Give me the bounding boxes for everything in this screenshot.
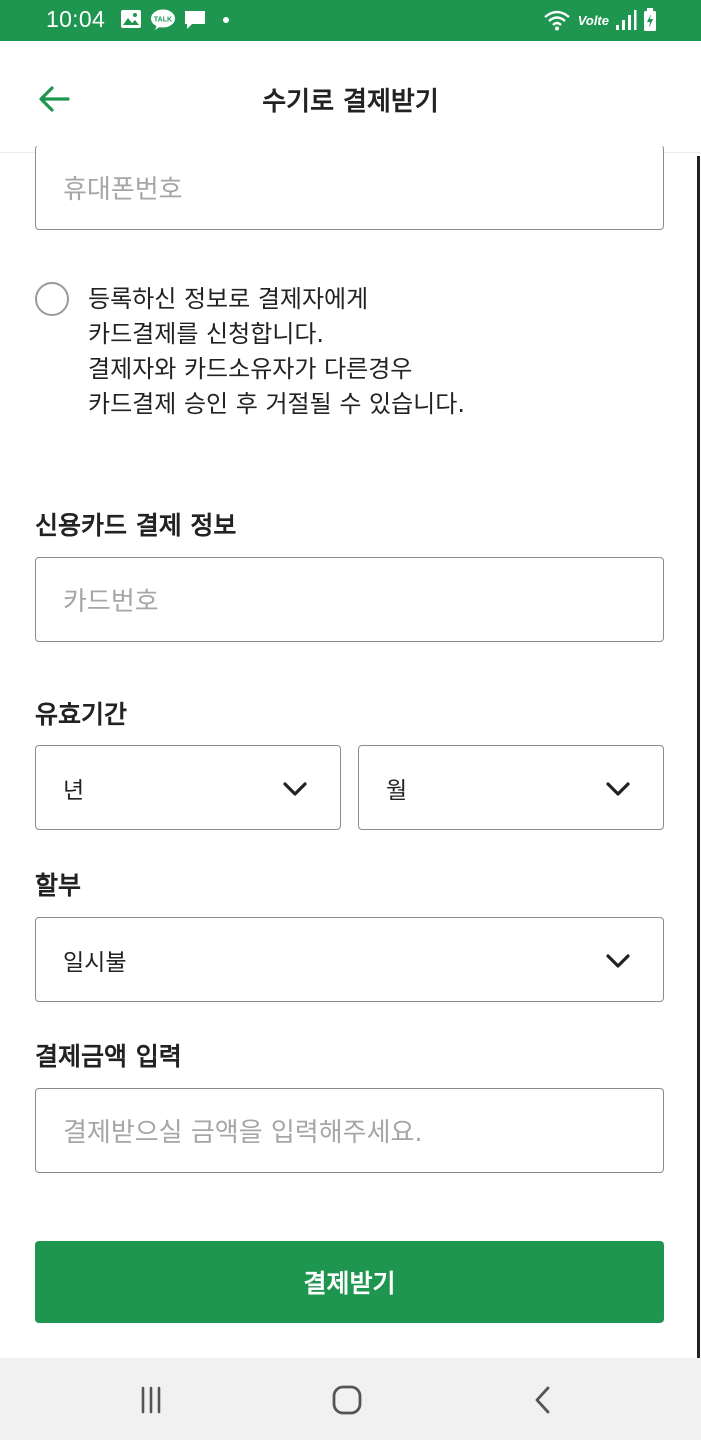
- installment-select[interactable]: 일시불: [35, 917, 664, 1002]
- consent-line: 결제자와 카드소유자가 다른경우: [88, 355, 413, 383]
- installment-label: 할부: [35, 871, 82, 900]
- status-bar: 10:04 TALK Volte: [0, 0, 701, 41]
- recent-apps-icon: [141, 1386, 161, 1414]
- amount-label: 결제금액 입력: [35, 1042, 182, 1071]
- card-section-label: 신용카드 결제 정보: [35, 511, 237, 540]
- expiry-year-value: 년: [63, 777, 85, 804]
- back-icon: [535, 1386, 550, 1414]
- consent-text: 등록하신 정보로 결제자에게 카드결제를 신청합니다. 결제자와 카드소유자가 …: [88, 282, 465, 422]
- submit-payment-button[interactable]: 결제받기: [35, 1241, 664, 1323]
- nav-back-button[interactable]: [523, 1382, 563, 1418]
- status-time: 10:04: [46, 6, 106, 32]
- consent-line: 등록하신 정보로 결제자에게: [88, 285, 369, 313]
- consent-radio[interactable]: [35, 282, 69, 316]
- home-button[interactable]: [327, 1382, 367, 1418]
- phone-number-placeholder: 휴대폰번호: [63, 175, 183, 205]
- expiry-year-select[interactable]: 년: [35, 745, 341, 830]
- wifi-icon: [543, 10, 570, 31]
- chat-icon: [185, 11, 205, 29]
- chevron-down-icon: [606, 954, 630, 968]
- consent-line: 카드결제를 신청합니다.: [88, 320, 325, 348]
- dot-icon: [223, 17, 229, 23]
- amount-input[interactable]: 결제받으실 금액을 입력해주세요.: [35, 1088, 664, 1173]
- consent-line: 카드결제 승인 후 거절될 수 있습니다.: [88, 390, 465, 418]
- system-nav-bar: [0, 1358, 701, 1440]
- expiry-label: 유효기간: [35, 700, 128, 729]
- page-title: 수기로 결제받기: [262, 87, 439, 117]
- expiry-month-select[interactable]: 월: [358, 745, 664, 830]
- svg-text:TALK: TALK: [154, 17, 172, 24]
- amount-placeholder: 결제받으실 금액을 입력해주세요.: [63, 1118, 423, 1148]
- chevron-down-icon: [606, 782, 630, 796]
- installment-value: 일시불: [63, 949, 127, 976]
- phone-number-input[interactable]: 휴대폰번호: [35, 145, 664, 230]
- card-number-input[interactable]: 카드번호: [35, 557, 664, 642]
- scrollbar[interactable]: [697, 156, 700, 1358]
- recent-apps-button[interactable]: [131, 1382, 171, 1418]
- battery-icon: [644, 8, 656, 31]
- talk-icon: TALK: [151, 9, 175, 30]
- card-number-placeholder: 카드번호: [63, 587, 159, 617]
- chevron-down-icon: [283, 782, 307, 796]
- gallery-icon: [121, 10, 141, 28]
- app-header: 수기로 결제받기: [0, 41, 701, 153]
- home-icon: [332, 1385, 362, 1415]
- network-label: Volte: [577, 12, 609, 28]
- expiry-month-value: 월: [386, 777, 408, 804]
- signal-icon: [616, 10, 637, 30]
